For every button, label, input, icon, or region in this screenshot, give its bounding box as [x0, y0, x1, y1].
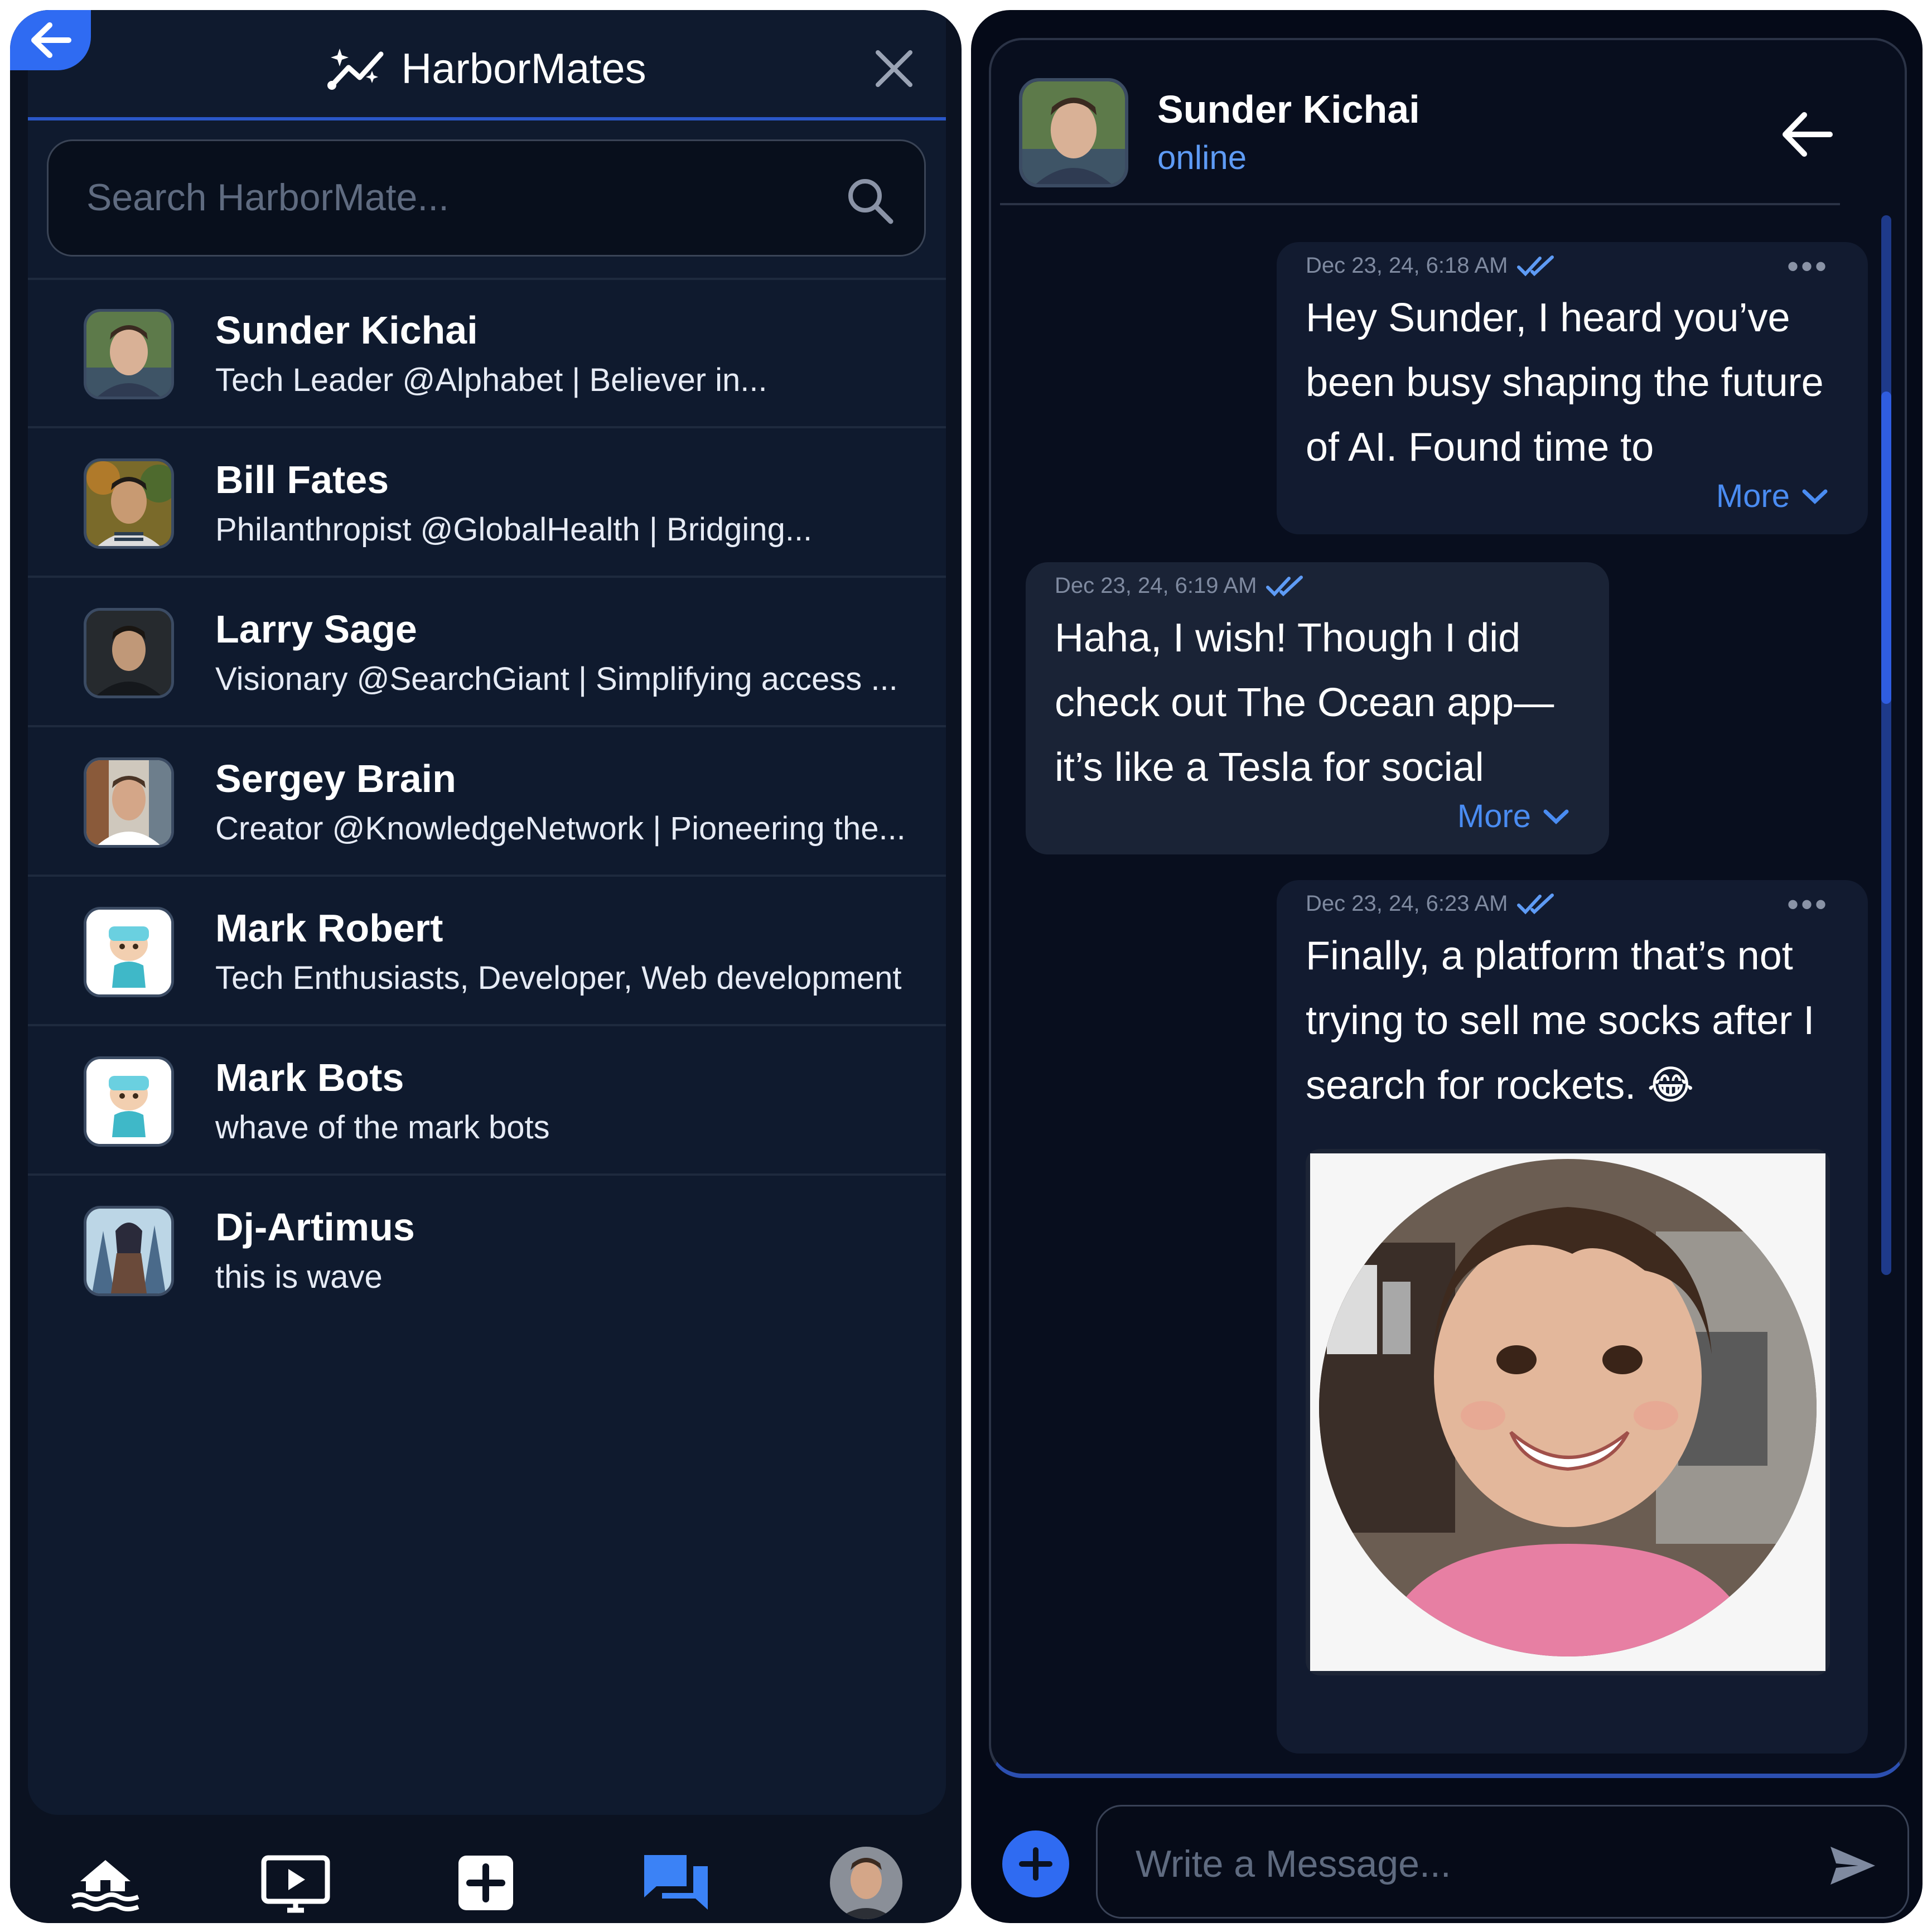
arrow-left-icon[interactable] [1776, 104, 1838, 165]
contact-bio: Tech Enthusiasts, Developer, Web develop… [215, 960, 902, 996]
message-text: Haha, I wish! Though I did check out The… [1055, 616, 1554, 790]
avatar [84, 458, 174, 549]
contact-name: Mark Robert [215, 906, 443, 950]
message-input-box [1096, 1805, 1909, 1919]
message-composer [971, 1795, 1923, 1923]
nav-home[interactable] [69, 1847, 142, 1919]
avatar [84, 309, 174, 399]
message-text: Hey Sunder, I heard you’ve been busy sha… [1306, 296, 1824, 470]
contact-name: Mark Bots [215, 1056, 404, 1099]
chevron-down-icon [1802, 489, 1828, 504]
scrollbar-thumb[interactable] [1881, 392, 1891, 704]
avatar [84, 757, 174, 848]
message-image[interactable] [1306, 1149, 1830, 1675]
more-options-icon[interactable]: ••• [1787, 888, 1829, 921]
chevron-down-icon [1543, 809, 1569, 824]
nav-video[interactable] [259, 1847, 332, 1919]
contact-row-sergey-brain[interactable]: Sergey Brain Creator @KnowledgeNetwork |… [28, 728, 946, 877]
avatar [84, 1206, 174, 1296]
double-check-icon [1266, 575, 1303, 596]
message-bubble-received[interactable]: Dec 23, 24, 6:19 AM Haha, I wish! Though… [1026, 562, 1609, 854]
chat-icon [644, 1855, 708, 1910]
contact-name: Sunder Kichai [215, 308, 478, 352]
chat-window: Sunder Kichai online Dec 23, 24, 6:18 AM… [989, 38, 1907, 1778]
contact-bio: Creator @KnowledgeNetwork | Pioneering t… [215, 810, 906, 847]
online-status: online [1157, 139, 1247, 176]
photo-smiling-child [1310, 1153, 1825, 1671]
video-icon [261, 1855, 330, 1913]
profile-avatar [830, 1847, 903, 1919]
search-input[interactable] [85, 169, 813, 226]
message-timestamp: Dec 23, 24, 6:19 AM [1055, 573, 1257, 598]
attach-button[interactable] [1002, 1830, 1069, 1897]
contact-name: Sergey Brain [215, 757, 456, 800]
contact-row-mark-bots[interactable]: Mark Bots whave of the mark bots [28, 1027, 946, 1176]
nav-add[interactable] [450, 1847, 522, 1919]
message-bubble-sent[interactable]: Dec 23, 24, 6:18 AM ••• Hey Sunder, I he… [1277, 242, 1868, 534]
close-icon[interactable] [870, 45, 918, 93]
contact-avatar[interactable] [1019, 78, 1128, 187]
bottom-nav [10, 1843, 962, 1923]
contact-name: Larry Sage [215, 607, 417, 651]
contact-name: Bill Fates [215, 458, 389, 501]
avatar [84, 608, 174, 698]
panel-header: HarborMates [28, 10, 946, 120]
contact-bio: Tech Leader @Alphabet | Believer in... [215, 362, 767, 398]
more-options-icon[interactable]: ••• [1787, 250, 1829, 283]
contact-row-mark-robert[interactable]: Mark Robert Tech Enthusiasts, Developer,… [28, 878, 946, 1026]
header-divider [1000, 203, 1840, 205]
app-title: HarborMates [401, 45, 646, 93]
message-timestamp: Dec 23, 24, 6:23 AM [1306, 891, 1508, 916]
add-icon [458, 1856, 513, 1910]
nav-profile[interactable] [830, 1847, 903, 1919]
more-link[interactable]: More [1716, 477, 1829, 515]
more-link[interactable]: More [1457, 798, 1570, 835]
chat-panel: Sunder Kichai online Dec 23, 24, 6:18 AM… [971, 10, 1923, 1923]
more-label: More [1716, 478, 1790, 514]
contact-bio: Philanthropist @GlobalHealth | Bridging.… [215, 511, 813, 548]
message-timestamp: Dec 23, 24, 6:18 AM [1306, 253, 1508, 278]
contact-name: Dj-Artimus [215, 1205, 415, 1249]
scrollbar-track[interactable] [1881, 215, 1891, 1275]
contact-row-bill-fates[interactable]: Bill Fates Philanthropist @GlobalHealth … [28, 429, 946, 578]
message-text: Finally, a platform that’s not trying to… [1306, 934, 1815, 1108]
message-bubble-sent[interactable]: Dec 23, 24, 6:23 AM ••• Finally, a platf… [1277, 880, 1868, 1754]
chat-contact-name: Sunder Kichai [1157, 88, 1420, 131]
message-meta: Dec 23, 24, 6:19 AM [1055, 573, 1305, 598]
contact-bio: whave of the mark bots [215, 1109, 550, 1146]
nav-chat[interactable] [640, 1847, 712, 1919]
send-icon[interactable] [1826, 1839, 1880, 1892]
chat-header: Sunder Kichai online [1019, 70, 1865, 215]
plus-icon [1019, 1847, 1052, 1881]
contact-bio: this is wave [215, 1259, 383, 1295]
harbormates-panel: HarborMates Sunder Kichai Tech Leader @A… [10, 10, 962, 1923]
more-label: More [1457, 798, 1531, 834]
home-boat-icon [71, 1860, 139, 1911]
double-check-icon [1517, 893, 1554, 914]
double-check-icon [1517, 255, 1554, 276]
message-input[interactable] [1134, 1834, 1806, 1894]
contact-row-sunder-kichai[interactable]: Sunder Kichai Tech Leader @Alphabet | Be… [28, 280, 946, 428]
contact-row-dj-artimus[interactable]: Dj-Artimus this is wave [28, 1177, 946, 1325]
contact-bio: Visionary @SearchGiant | Simplifying acc… [215, 661, 898, 697]
avatar [84, 907, 174, 997]
message-meta: Dec 23, 24, 6:23 AM [1306, 891, 1556, 916]
search-icon[interactable] [845, 176, 895, 226]
avatar [84, 1056, 174, 1147]
contact-row-larry-sage[interactable]: Larry Sage Visionary @SearchGiant | Simp… [28, 579, 946, 727]
brand: HarborMates [28, 38, 946, 99]
sparkle-chart-icon [327, 49, 384, 90]
message-meta: Dec 23, 24, 6:18 AM [1306, 253, 1556, 278]
search-bar [47, 139, 926, 257]
